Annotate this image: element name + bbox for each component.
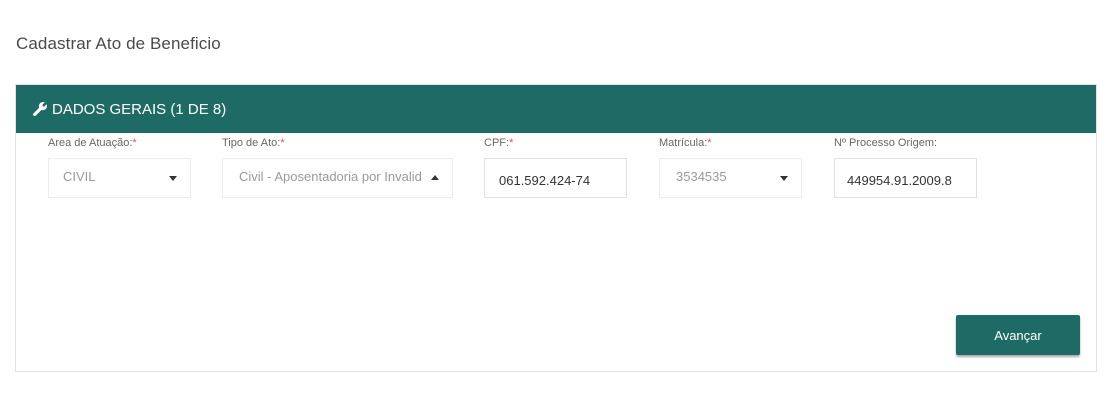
matricula-label: Matrícula:* (659, 137, 712, 149)
tipo-select[interactable]: Civil - Aposentadoria por Invalidez (222, 158, 453, 198)
wrench-icon (32, 101, 48, 117)
cpf-field: CPF:* 061.592.424-74 (484, 136, 627, 198)
panel-title: DADOS GERAIS (1 DE 8) (52, 100, 227, 118)
caret-up-icon (430, 175, 440, 181)
panel-header: DADOS GERAIS (1 DE 8) (16, 85, 1096, 133)
processo-field: Nº Processo Origem: 449954.91.2009.8 (834, 136, 977, 198)
page: Cadastrar Ato de Beneficio DADOS GERAIS … (0, 0, 1112, 403)
area-label: Area de Atuação:* (48, 137, 137, 149)
tipo-field: Tipo de Ato:* Civil - Aposentadoria por … (222, 136, 453, 198)
cpf-input-value: 061.592.424-74 (499, 172, 591, 188)
matricula-select-value: 3534535 (676, 169, 727, 184)
required-mark: * (280, 137, 285, 149)
page-title: Cadastrar Ato de Beneficio (16, 34, 221, 53)
next-button[interactable]: Avançar (956, 315, 1080, 355)
tipo-select-value: Civil - Aposentadoria por Invalidez (239, 169, 422, 184)
processo-label: Nº Processo Origem: (834, 137, 938, 149)
cpf-label: CPF:* (484, 137, 514, 149)
caret-down-icon (779, 176, 789, 182)
processo-input-value: 449954.91.2009.8 (847, 172, 952, 188)
matricula-field: Matrícula:* 3534535 (659, 136, 802, 198)
area-select[interactable]: CIVIL (48, 158, 191, 198)
area-select-value: CIVIL (63, 169, 96, 184)
required-mark: * (132, 137, 137, 149)
required-mark: * (707, 137, 712, 149)
area-field: Area de Atuação:* CIVIL (48, 136, 191, 198)
general-data-panel: DADOS GERAIS (1 DE 8) (15, 84, 1097, 372)
processo-input[interactable]: 449954.91.2009.8 (834, 158, 977, 198)
tipo-label: Tipo de Ato:* (222, 137, 285, 149)
required-mark: * (509, 137, 514, 149)
cpf-input[interactable]: 061.592.424-74 (484, 158, 627, 198)
caret-down-icon (168, 176, 178, 182)
matricula-select[interactable]: 3534535 (659, 158, 802, 198)
